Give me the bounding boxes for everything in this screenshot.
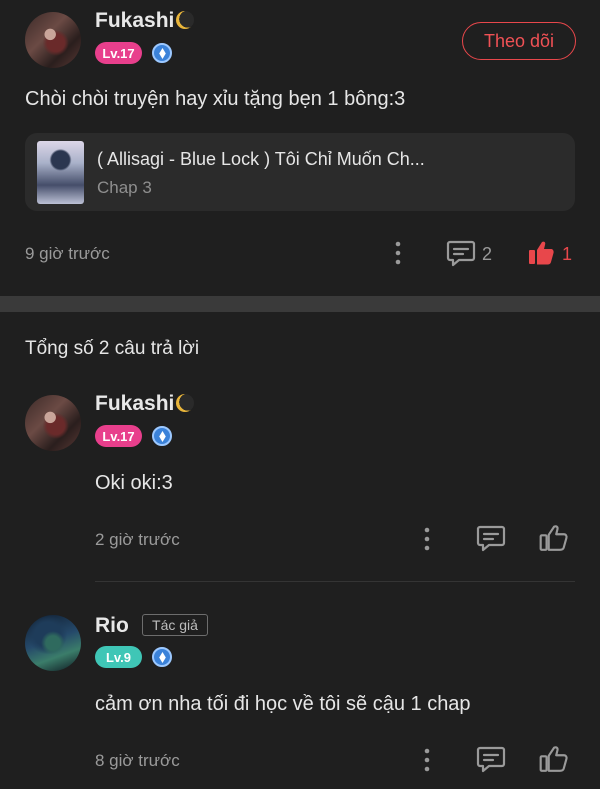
vip-badge-icon (152, 43, 172, 63)
username[interactable]: Rio (95, 614, 129, 638)
moon-icon (176, 11, 195, 29)
reply-icon[interactable] (476, 745, 506, 773)
more-options-icon[interactable] (390, 240, 406, 266)
like-icon[interactable] (538, 523, 568, 553)
avatar[interactable] (25, 12, 81, 68)
follow-button[interactable]: Theo dõi (462, 22, 576, 60)
like-icon-active[interactable] (527, 239, 555, 267)
timestamp: 2 giờ trước (95, 530, 180, 549)
moon-icon (176, 394, 195, 412)
more-options-icon[interactable] (419, 526, 435, 552)
story-card[interactable]: ( Allisagi - Blue Lock ) Tôi Chỉ Muốn Ch… (25, 133, 575, 211)
comment-text: Chòi chòi truyện hay xỉu tặng bẹn 1 bông… (25, 88, 406, 110)
reply-divider (95, 581, 575, 582)
reply-text: Oki oki:3 (95, 472, 173, 494)
author-tag: Tác giả (142, 614, 208, 636)
avatar[interactable] (25, 615, 81, 671)
replies-header: Tổng số 2 câu trả lời (25, 338, 200, 359)
reply-icon[interactable] (476, 524, 506, 552)
reply-count: 2 (482, 244, 493, 264)
like-icon[interactable] (538, 744, 568, 774)
timestamp: 9 giờ trước (25, 244, 110, 263)
username[interactable]: Fukashi (95, 392, 195, 416)
vip-badge-icon (152, 426, 172, 446)
story-cover-image (37, 141, 84, 204)
like-count: 1 (562, 244, 573, 264)
level-badge: Lv.17 (95, 425, 142, 447)
section-divider (0, 296, 600, 312)
timestamp: 8 giờ trước (95, 751, 180, 770)
reply-icon[interactable] (446, 239, 476, 267)
level-badge: Lv.17 (95, 42, 142, 64)
avatar[interactable] (25, 395, 81, 451)
username[interactable]: Fukashi (95, 9, 195, 33)
level-badge: Lv.9 (95, 646, 142, 668)
story-title: ( Allisagi - Blue Lock ) Tôi Chỉ Muốn Ch… (97, 149, 425, 169)
username-text: Fukashi (95, 9, 175, 32)
reply-text: cảm ơn nha tối đi học về tôi sẽ cậu 1 ch… (95, 693, 471, 715)
vip-badge-icon (152, 647, 172, 667)
more-options-icon[interactable] (419, 747, 435, 773)
story-chapter: Chap 3 (97, 178, 152, 197)
username-text: Fukashi (95, 392, 175, 415)
